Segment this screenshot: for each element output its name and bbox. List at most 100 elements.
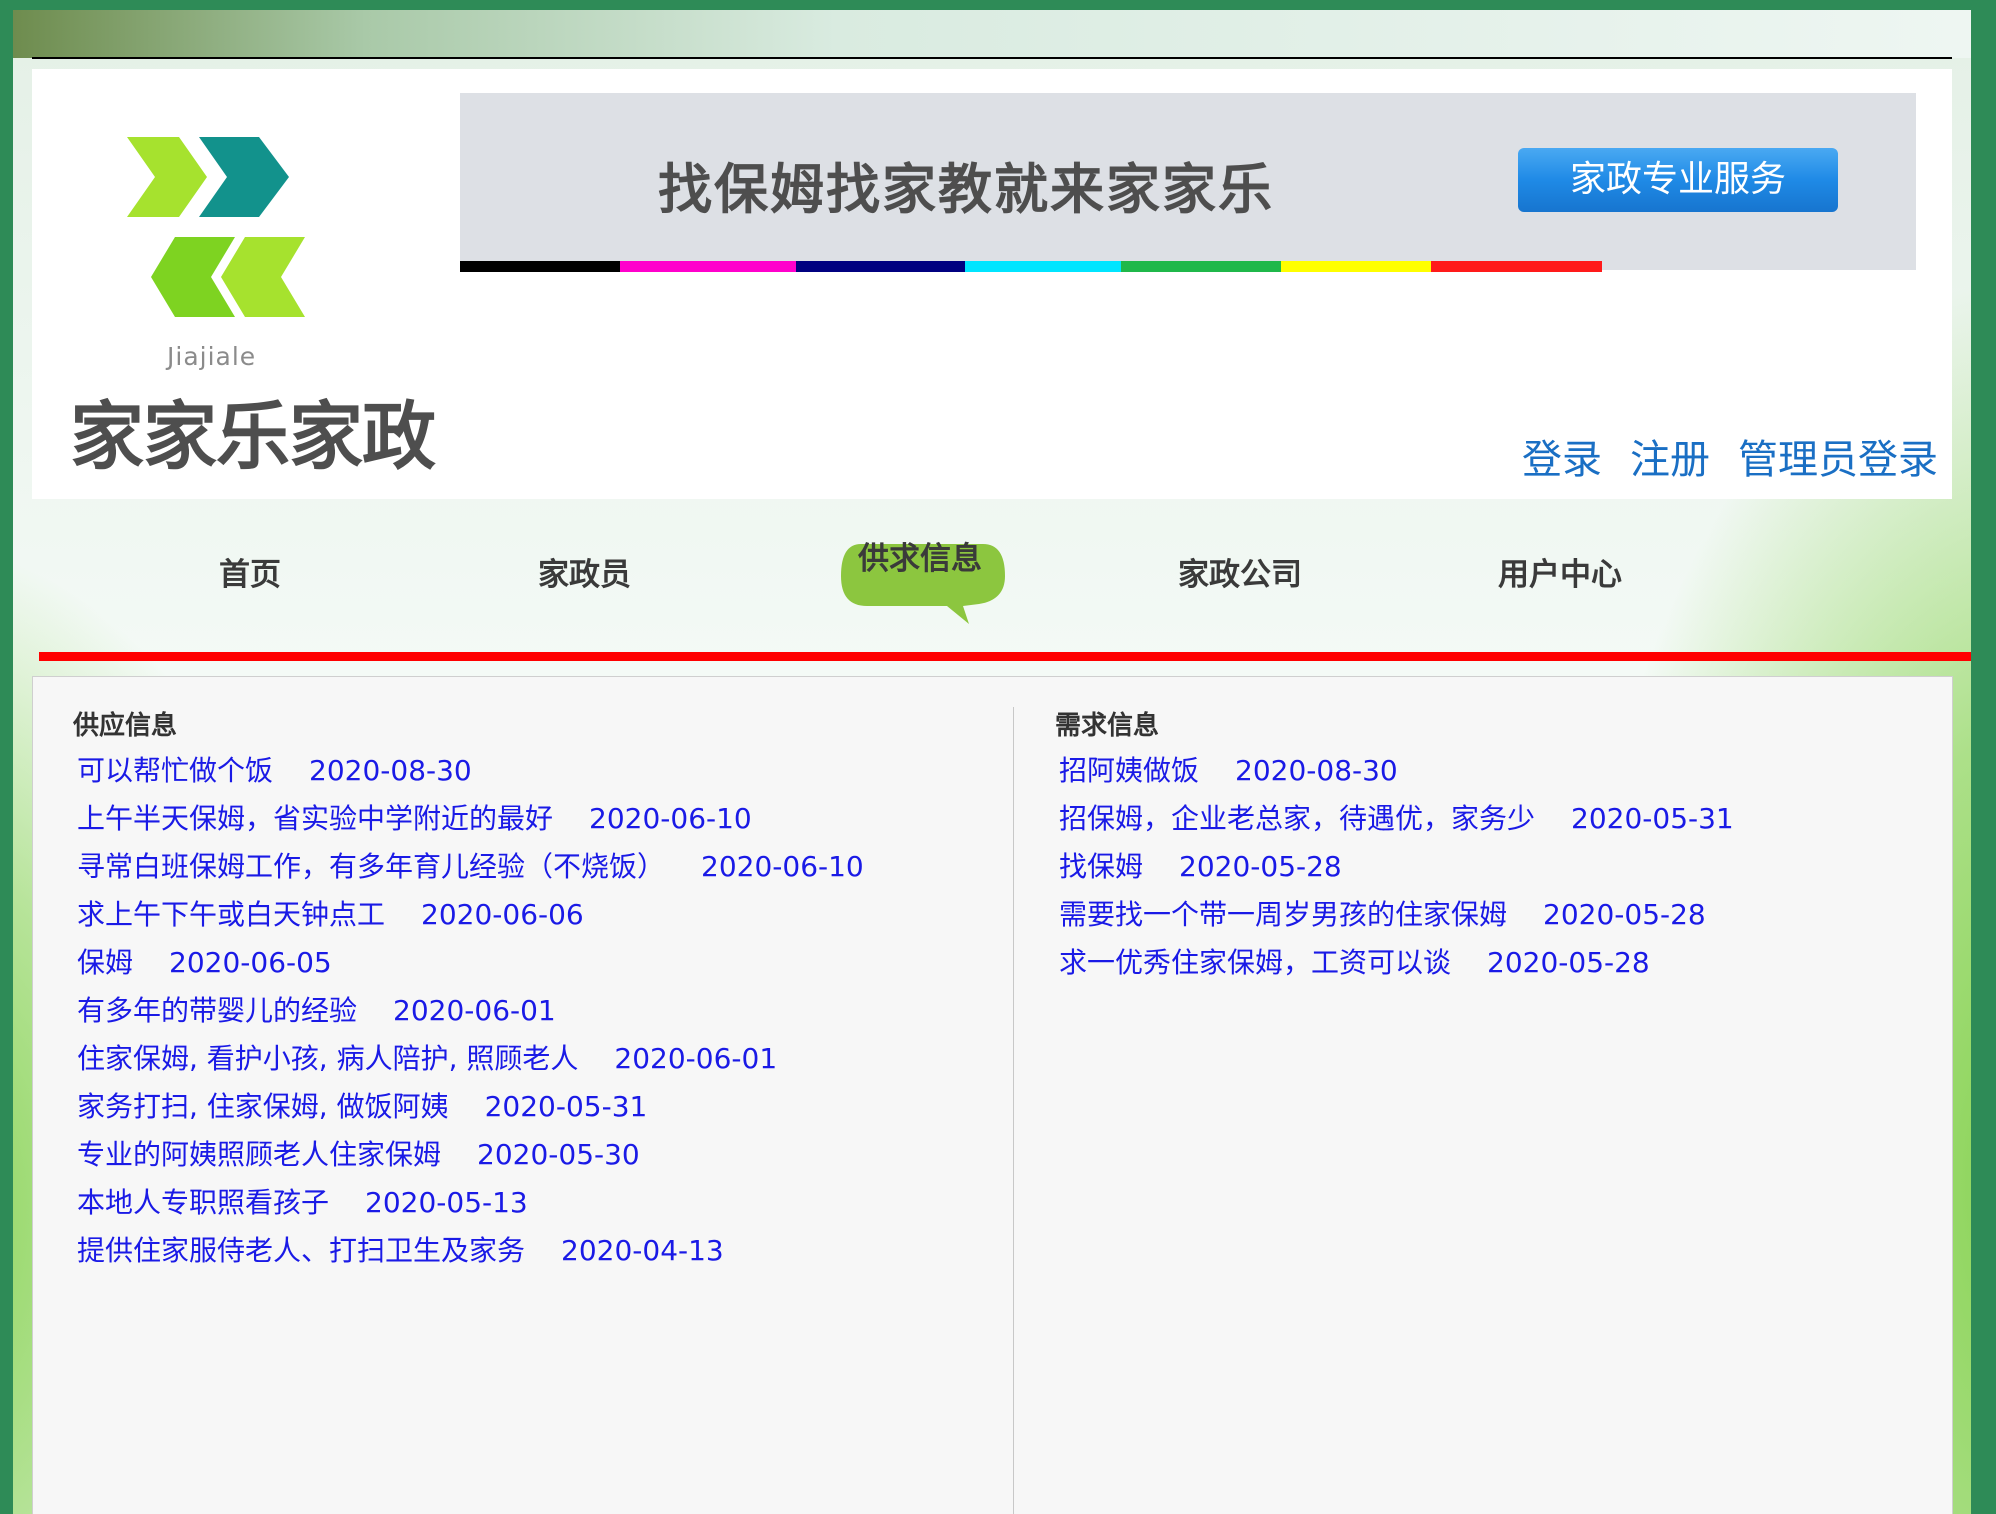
supply-item-title: 本地人专职照看孩子 — [77, 1186, 330, 1219]
stripe-segment — [460, 261, 620, 272]
supply-item-date: 2020-06-01 — [614, 1042, 778, 1075]
supply-list-item: 求上午下午或白天钟点工 2020-06-06 — [73, 891, 993, 939]
nav-housekeepers[interactable]: 家政员 — [538, 520, 631, 630]
supply-item-title: 提供住家服侍老人、打扫卫生及家务 — [77, 1234, 526, 1267]
supply-item-link[interactable]: 住家保姆, 看护小孩, 病人陪护, 照顾老人 2020-06-01 — [77, 1042, 777, 1075]
supply-item-link[interactable]: 家务打扫, 住家保姆, 做饭阿姨 2020-05-31 — [77, 1090, 647, 1123]
demand-list-item: 招保姆，企业老总家，待遇优，家务少 2020-05-31 — [1055, 795, 1935, 843]
banner-slogan: 找保姆找家教就来家家乐 — [658, 158, 1274, 221]
supply-list-item: 住家保姆, 看护小孩, 病人陪护, 照顾老人 2020-06-01 — [73, 1035, 993, 1083]
supply-item-title: 求上午下午或白天钟点工 — [77, 898, 386, 931]
supply-item-link[interactable]: 保姆 2020-06-05 — [77, 946, 332, 979]
demand-item-link[interactable]: 招保姆，企业老总家，待遇优，家务少 2020-05-31 — [1059, 802, 1734, 835]
demand-item-link[interactable]: 找保姆 2020-05-28 — [1059, 850, 1342, 883]
supply-item-title: 住家保姆, 看护小孩, 病人陪护, 照顾老人 — [77, 1042, 579, 1075]
stripe-segment — [965, 261, 1121, 272]
supply-item-link[interactable]: 上午半天保姆，省实验中学附近的最好 2020-06-10 — [77, 802, 752, 835]
stripe-segment — [1431, 261, 1602, 272]
supply-item-date: 2020-06-10 — [589, 802, 752, 835]
supply-list-item: 家务打扫, 住家保姆, 做饭阿姨 2020-05-31 — [73, 1083, 993, 1131]
nav-companies[interactable]: 家政公司 — [1178, 520, 1302, 630]
stripe-segment — [620, 261, 796, 272]
demand-item-title: 招阿姨做饭 — [1059, 754, 1200, 787]
supply-item-date: 2020-05-13 — [365, 1186, 528, 1219]
supply-demand-panel: 供应信息 可以帮忙做个饭 2020-08-30 上午半天保姆，省实验中学附近的最好… — [32, 676, 1953, 1514]
demand-item-date: 2020-05-28 — [1487, 946, 1650, 979]
logo-subtext: Jiajiale — [167, 342, 257, 371]
demand-item-title: 招保姆，企业老总家，待遇优，家务少 — [1059, 802, 1536, 835]
supply-list: 可以帮忙做个饭 2020-08-30 上午半天保姆，省实验中学附近的最好 2020-… — [73, 747, 993, 1275]
nav-home[interactable]: 首页 — [219, 520, 281, 630]
supply-item-link[interactable]: 有多年的带婴儿的经验 2020-06-01 — [77, 994, 556, 1027]
supply-item-date: 2020-05-30 — [477, 1138, 640, 1171]
stripe-segment — [1281, 261, 1431, 272]
banner-badge: 家政专业服务 — [1518, 148, 1838, 212]
supply-item-link[interactable]: 求上午下午或白天钟点工 2020-06-06 — [77, 898, 584, 931]
supply-column: 供应信息 可以帮忙做个饭 2020-08-30 上午半天保姆，省实验中学附近的最好… — [73, 709, 993, 1275]
supply-item-link[interactable]: 可以帮忙做个饭 2020-08-30 — [77, 754, 472, 787]
auth-links: 登录 注册 管理员登录 — [1522, 427, 1938, 485]
nav-user-center[interactable]: 用户中心 — [1498, 520, 1622, 630]
supply-item-title: 有多年的带婴儿的经验 — [77, 994, 358, 1027]
supply-title: 供应信息 — [73, 711, 178, 741]
top-strip — [13, 10, 1971, 58]
logo-icon[interactable] — [117, 127, 347, 362]
supply-list-item: 有多年的带婴儿的经验 2020-06-01 — [73, 987, 993, 1035]
supply-list-item: 专业的阿姨照顾老人住家保姆 2020-05-30 — [73, 1131, 993, 1179]
demand-item-link[interactable]: 招阿姨做饭 2020-08-30 — [1059, 754, 1398, 787]
supply-item-date: 2020-06-05 — [169, 946, 332, 979]
supply-item-link[interactable]: 专业的阿姨照顾老人住家保姆 2020-05-30 — [77, 1138, 640, 1171]
register-link[interactable]: 注册 — [1630, 427, 1710, 485]
admin-login-link[interactable]: 管理员登录 — [1738, 427, 1938, 485]
supply-item-title: 上午半天保姆，省实验中学附近的最好 — [77, 802, 554, 835]
demand-list-item: 求一优秀住家保姆，工资可以谈 2020-05-28 — [1055, 939, 1935, 987]
supply-list-item: 保姆 2020-06-05 — [73, 939, 993, 987]
supply-item-title: 专业的阿姨照顾老人住家保姆 — [77, 1138, 442, 1171]
demand-item-title: 求一优秀住家保姆，工资可以谈 — [1059, 946, 1452, 979]
banner-color-stripe — [460, 261, 1916, 272]
nav-supply-demand[interactable]: 供求信息 — [858, 504, 982, 614]
supply-item-title: 家务打扫, 住家保姆, 做饭阿姨 — [77, 1090, 449, 1123]
header-banner: 找保姆找家教就来家家乐 家政专业服务 — [460, 93, 1916, 272]
supply-item-title: 可以帮忙做个饭 — [77, 754, 274, 787]
supply-item-date: 2020-06-01 — [393, 994, 556, 1027]
demand-item-title: 找保姆 — [1059, 850, 1144, 883]
main-nav: 首页 家政员 供求信息 家政公司 用户中心 — [13, 520, 1971, 630]
demand-list: 招阿姨做饭 2020-08-30 招保姆，企业老总家，待遇优，家务少 2020-05… — [1055, 747, 1935, 987]
supply-item-date: 2020-06-10 — [701, 850, 864, 883]
site-header: Jiajiale 家家乐家政 找保姆找家教就来家家乐 家政专业服务 登录 注册 … — [32, 69, 1952, 499]
supply-list-item: 本地人专职照看孩子 2020-05-13 — [73, 1179, 993, 1227]
login-link[interactable]: 登录 — [1522, 427, 1602, 485]
demand-item-title: 需要找一个带一周岁男孩的住家保姆 — [1059, 898, 1508, 931]
supply-item-date: 2020-06-06 — [421, 898, 584, 931]
page-frame: Jiajiale 家家乐家政 找保姆找家教就来家家乐 家政专业服务 登录 注册 … — [13, 10, 1971, 1514]
stripe-segment — [796, 261, 965, 272]
demand-item-link[interactable]: 求一优秀住家保姆，工资可以谈 2020-05-28 — [1059, 946, 1650, 979]
supply-item-link[interactable]: 寻常白班保姆工作，有多年育儿经验（不烧饭） 2020-06-10 — [77, 850, 864, 883]
supply-item-link[interactable]: 本地人专职照看孩子 2020-05-13 — [77, 1186, 528, 1219]
column-divider — [1013, 707, 1014, 1514]
demand-item-date: 2020-05-28 — [1543, 898, 1706, 931]
logo-name[interactable]: 家家乐家政 — [70, 377, 436, 484]
supply-item-title: 寻常白班保姆工作，有多年育儿经验（不烧饭） — [77, 850, 666, 883]
supply-list-item: 寻常白班保姆工作，有多年育儿经验（不烧饭） 2020-06-10 — [73, 843, 993, 891]
supply-item-date: 2020-08-30 — [309, 754, 472, 787]
demand-item-date: 2020-05-31 — [1571, 802, 1734, 835]
supply-item-title: 保姆 — [77, 946, 134, 979]
nav-underline — [39, 652, 1971, 661]
supply-item-date: 2020-04-13 — [561, 1234, 724, 1267]
demand-list-item: 招阿姨做饭 2020-08-30 — [1055, 747, 1935, 795]
top-divider — [32, 57, 1952, 59]
demand-title: 需求信息 — [1055, 711, 1160, 741]
demand-item-date: 2020-05-28 — [1179, 850, 1342, 883]
supply-item-date: 2020-05-31 — [484, 1090, 648, 1123]
demand-item-link[interactable]: 需要找一个带一周岁男孩的住家保姆 2020-05-28 — [1059, 898, 1706, 931]
stripe-segment — [1121, 261, 1281, 272]
demand-list-item: 需要找一个带一周岁男孩的住家保姆 2020-05-28 — [1055, 891, 1935, 939]
supply-item-link[interactable]: 提供住家服侍老人、打扫卫生及家务 2020-04-13 — [77, 1234, 724, 1267]
demand-column: 需求信息 招阿姨做饭 2020-08-30 招保姆，企业老总家，待遇优，家务少 20… — [1055, 709, 1935, 987]
supply-list-item: 可以帮忙做个饭 2020-08-30 — [73, 747, 993, 795]
supply-list-item: 提供住家服侍老人、打扫卫生及家务 2020-04-13 — [73, 1227, 993, 1275]
supply-list-item: 上午半天保姆，省实验中学附近的最好 2020-06-10 — [73, 795, 993, 843]
demand-item-date: 2020-08-30 — [1235, 754, 1398, 787]
